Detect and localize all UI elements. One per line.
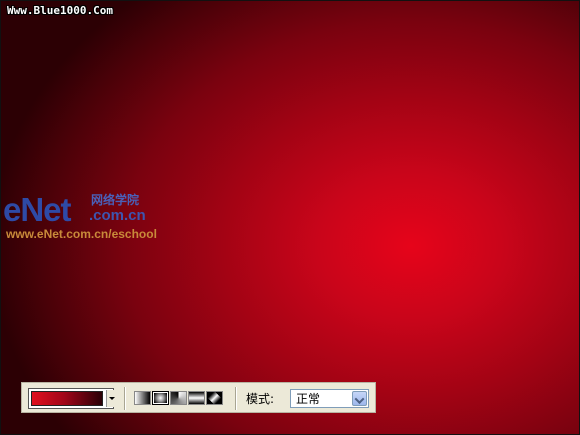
- radial-gradient-icon[interactable]: [152, 391, 169, 405]
- gradient-picker[interactable]: [28, 388, 116, 409]
- enet-brand-cn: 网络学院: [91, 193, 140, 207]
- enet-logo: eNet 网络学院 .com.cn www.eNet.com.cn/eschoo…: [3, 191, 163, 246]
- gradient-options-bar: 模式: 正常: [21, 382, 376, 413]
- mode-label: 模式:: [246, 392, 275, 406]
- canvas[interactable]: Www.Blue1000.Com eNet 网络学院 .com.cn www.e…: [0, 0, 580, 435]
- enet-brand: eNet: [3, 191, 72, 228]
- chevron-down-icon[interactable]: [352, 391, 367, 406]
- gradient-dropdown-button[interactable]: [106, 390, 116, 407]
- gradient-swatch[interactable]: [31, 391, 103, 406]
- diamond-gradient-icon[interactable]: [206, 391, 223, 405]
- reflected-gradient-icon[interactable]: [188, 391, 205, 405]
- site-watermark: Www.Blue1000.Com: [7, 4, 113, 17]
- mode-select[interactable]: 正常: [290, 389, 369, 408]
- gradient-type-group: [134, 391, 223, 406]
- toolbar-separator: [124, 387, 126, 410]
- toolbar-separator: [235, 387, 237, 410]
- angle-gradient-icon[interactable]: [170, 391, 187, 405]
- enet-domain: .com.cn: [89, 207, 146, 224]
- enet-url: www.eNet.com.cn/eschool: [6, 227, 157, 241]
- linear-gradient-icon[interactable]: [134, 391, 151, 405]
- mode-value: 正常: [296, 392, 321, 406]
